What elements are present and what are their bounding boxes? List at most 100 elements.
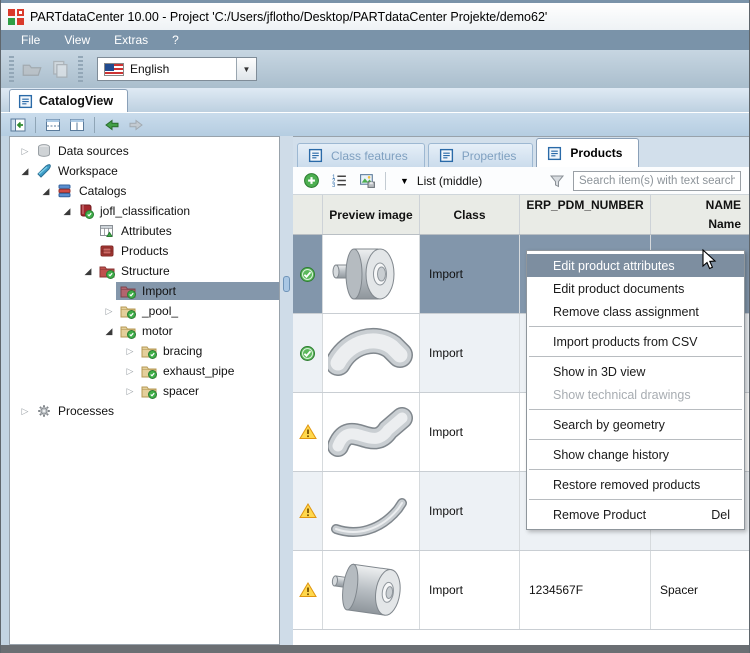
status-cell: [293, 551, 323, 629]
tree-item-import[interactable]: Import: [10, 281, 279, 301]
menu-item-extras[interactable]: Extras: [104, 31, 158, 49]
class-cell[interactable]: Import: [420, 235, 520, 313]
context-menu-item-import-products-from-csv[interactable]: Import products from CSV: [527, 330, 744, 353]
attributes-table-icon: [99, 223, 115, 239]
separator: [385, 171, 386, 190]
context-menu-item-search-by-geometry[interactable]: Search by geometry: [527, 413, 744, 436]
view-mode-dropdown[interactable]: ▼ List (middle): [394, 170, 488, 192]
context-menu-item-show-in-3d-view[interactable]: Show in 3D view: [527, 360, 744, 383]
curved-handle-part: [328, 479, 414, 543]
catalogs-stack-icon: [57, 183, 73, 199]
preview-image-cell[interactable]: [323, 393, 420, 471]
context-menu-item-restore-removed-products[interactable]: Restore removed products: [527, 473, 744, 496]
table-row[interactable]: Import 1234567F Spacer: [293, 551, 749, 630]
forward-arrow-icon[interactable]: [125, 115, 147, 135]
menu-item-file[interactable]: File: [11, 31, 50, 49]
menu-item-label: Restore removed products: [553, 477, 701, 492]
name-cell[interactable]: Spacer: [651, 551, 749, 629]
class-cell[interactable]: Import: [420, 472, 520, 550]
tree-collapsed-arrow-icon[interactable]: ▷: [18, 141, 32, 161]
import-folder-icon: [120, 283, 136, 299]
preview-image-cell[interactable]: [323, 235, 420, 313]
tree-item-attributes[interactable]: Attributes: [10, 221, 279, 241]
tree-item-jofl-classification[interactable]: ◢ jofl_classification: [10, 201, 279, 221]
preview-image-cell[interactable]: [323, 314, 420, 392]
folder-check-icon: [120, 303, 136, 319]
language-combobox[interactable]: English ▼: [97, 57, 257, 81]
class-cell[interactable]: Import: [420, 314, 520, 392]
tree-item-data-sources[interactable]: ▷ Data sources: [10, 141, 279, 161]
context-menu-item-remove-product[interactable]: Remove Product Del: [527, 503, 744, 526]
column-header-name[interactable]: NAME Name: [651, 195, 749, 234]
column-header-status[interactable]: [293, 195, 323, 234]
menu-item-label: Remove class assignment: [553, 304, 699, 319]
tree-collapsed-arrow-icon[interactable]: ▷: [123, 341, 137, 361]
mouse-cursor: [701, 249, 721, 271]
collapse-panel-icon[interactable]: [7, 115, 29, 135]
menu-item-[interactable]: ?: [162, 31, 189, 49]
tree-collapsed-arrow-icon[interactable]: ▷: [18, 401, 32, 421]
copy-document-icon[interactable]: [46, 56, 74, 82]
tree-item-exhaust-pipe[interactable]: ▷ exhaust_pipe: [10, 361, 279, 381]
tree-item-catalogs[interactable]: ◢ Catalogs: [10, 181, 279, 201]
tree-item-structure[interactable]: ◢ Structure: [10, 261, 279, 281]
tab-class-features[interactable]: Class features: [297, 143, 425, 167]
elbow-pipe-part: [328, 321, 414, 385]
tab-products[interactable]: Products: [536, 138, 640, 167]
column-header-erp-pdm-number[interactable]: ERP_PDM_NUMBER: [520, 195, 651, 234]
split-vertical-icon[interactable]: [66, 115, 88, 135]
tree-item-label: _pool_: [142, 304, 179, 318]
context-menu-item-remove-class-assignment[interactable]: Remove class assignment: [527, 300, 744, 323]
context-menu-item-edit-product-documents[interactable]: Edit product documents: [527, 277, 744, 300]
add-product-icon[interactable]: [301, 171, 321, 191]
context-menu-item-show-change-history[interactable]: Show change history: [527, 443, 744, 466]
tree-expanded-arrow-icon[interactable]: ◢: [81, 261, 95, 281]
tree-collapsed-arrow-icon[interactable]: ▷: [123, 361, 137, 381]
context-menu-item-show-technical-drawings[interactable]: Show technical drawings: [527, 383, 744, 406]
tree-expanded-arrow-icon[interactable]: ◢: [18, 161, 32, 181]
toolbar-grip: [78, 56, 83, 82]
tree-item-motor[interactable]: ◢ motor: [10, 321, 279, 341]
erp-pdm-number-cell[interactable]: 1234567F: [520, 551, 651, 629]
document-icon: [547, 146, 562, 161]
tree-item-bracing[interactable]: ▷ bracing: [10, 341, 279, 361]
search-input[interactable]: [573, 170, 741, 191]
language-value: English: [130, 62, 170, 76]
open-project-icon[interactable]: [18, 56, 46, 82]
class-cell[interactable]: Import: [420, 393, 520, 471]
tree-item-processes[interactable]: ▷ Processes: [10, 401, 279, 421]
column-header-preview[interactable]: Preview image: [323, 195, 420, 234]
structure-folder-icon: [99, 263, 115, 279]
tree-item-label: Workspace: [58, 164, 118, 178]
tree-collapsed-arrow-icon[interactable]: ▷: [102, 301, 116, 321]
tree-item-pool[interactable]: ▷ _pool_: [10, 301, 279, 321]
list-view-icon[interactable]: 123: [329, 171, 349, 191]
menu-item-view[interactable]: View: [54, 31, 100, 49]
products-toolbar: 123 ▼ List (middle): [293, 167, 749, 195]
column-header-class[interactable]: Class: [420, 195, 520, 234]
tree-item-products[interactable]: Products: [10, 241, 279, 261]
panel-splitter[interactable]: [279, 136, 293, 645]
menu-separator: [529, 356, 742, 357]
back-arrow-icon[interactable]: [101, 115, 123, 135]
tree-item-spacer[interactable]: ▷ spacer: [10, 381, 279, 401]
export-preview-icon[interactable]: [357, 171, 377, 191]
splitter-handle[interactable]: [283, 276, 290, 292]
chevron-down-icon[interactable]: ▼: [236, 58, 256, 80]
table-header: Preview image Class ERP_PDM_NUMBER NAME …: [293, 195, 749, 235]
menu-item-shortcut: Del: [711, 507, 730, 522]
class-cell[interactable]: Import: [420, 551, 520, 629]
split-horizontal-icon[interactable]: [42, 115, 64, 135]
preview-image-cell[interactable]: [323, 551, 420, 629]
tree-expanded-arrow-icon[interactable]: ◢: [102, 321, 116, 341]
tab-catalogview[interactable]: CatalogView: [9, 89, 129, 112]
tab-properties[interactable]: Properties: [427, 143, 534, 167]
funnel-icon[interactable]: [547, 171, 567, 191]
menu-separator: [529, 499, 742, 500]
tree-expanded-arrow-icon[interactable]: ◢: [60, 201, 74, 221]
tree-collapsed-arrow-icon[interactable]: ▷: [123, 381, 137, 401]
tree-item-workspace[interactable]: ◢ Workspace: [10, 161, 279, 181]
preview-image-cell[interactable]: [323, 472, 420, 550]
context-menu: Edit product attributes Edit product docu…: [526, 250, 745, 530]
tree-expanded-arrow-icon[interactable]: ◢: [39, 181, 53, 201]
